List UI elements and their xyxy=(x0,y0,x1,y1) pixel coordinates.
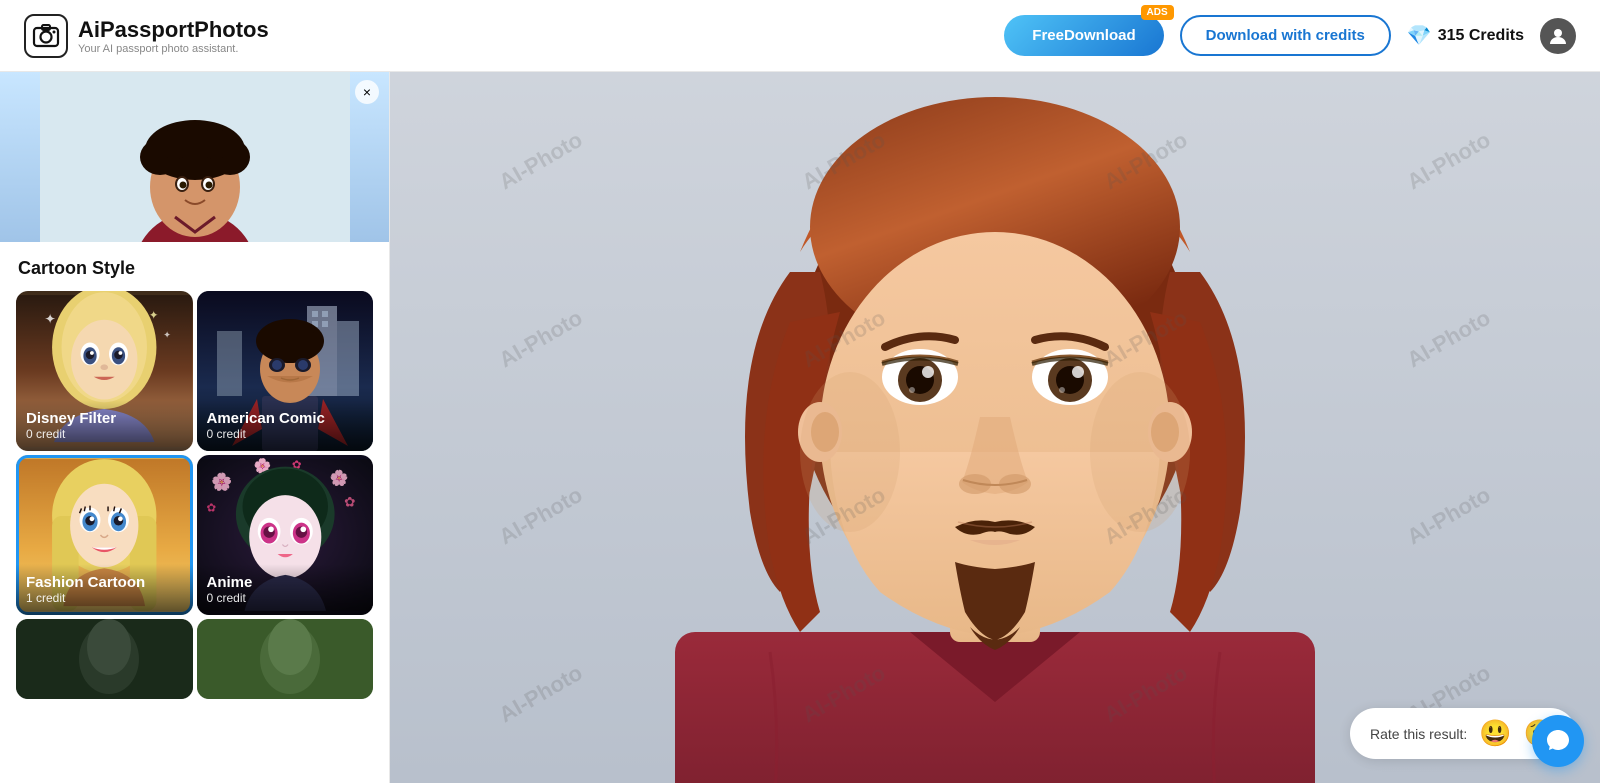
rate-happy-button[interactable]: 😃 xyxy=(1479,718,1511,749)
user-avatar-button[interactable] xyxy=(1540,18,1576,54)
svg-text:🌸: 🌸 xyxy=(211,472,232,492)
svg-text:✦: ✦ xyxy=(149,310,159,322)
credits-display: 💎 315 Credits xyxy=(1407,23,1524,48)
main-layout: × Cartoon Style xyxy=(0,72,1600,783)
credits-count: 315 Credits xyxy=(1438,27,1524,45)
svg-text:✿: ✿ xyxy=(206,502,216,514)
svg-text:🌸: 🌸 xyxy=(329,469,348,487)
comic-credit: 0 credit xyxy=(207,427,364,441)
style-card-disney[interactable]: ✦ ✦ ✦ Disney Filter 0 credit xyxy=(16,291,193,451)
svg-text:✿: ✿ xyxy=(344,495,355,510)
anime-overlay: Anime 0 credit xyxy=(197,564,374,615)
close-icon: × xyxy=(363,84,371,100)
rate-label: Rate this result: xyxy=(1370,726,1467,742)
header-right: ADS FreeDownload Download with credits 💎… xyxy=(1004,15,1576,56)
style5-image xyxy=(16,619,193,699)
main-content: AI-Photo AI-Photo AI-Photo AI-Photo AI-P… xyxy=(390,72,1600,783)
chat-button[interactable] xyxy=(1532,715,1584,767)
close-preview-button[interactable]: × xyxy=(355,80,379,104)
logo-icon xyxy=(24,14,68,58)
main-character-display xyxy=(390,72,1600,783)
person-photo-svg xyxy=(40,72,350,242)
ads-badge: ADS xyxy=(1141,5,1174,20)
disney-credit: 0 credit xyxy=(26,427,183,441)
disney-name: Disney Filter xyxy=(26,410,183,427)
svg-text:✦: ✦ xyxy=(163,330,171,341)
uploaded-photo xyxy=(0,72,389,242)
upload-preview: × xyxy=(0,72,389,242)
header: AiPassportPhotos Your AI passport photo … xyxy=(0,0,1600,72)
style-card-5[interactable] xyxy=(16,619,193,699)
logo-text: AiPassportPhotos Your AI passport photo … xyxy=(78,17,269,55)
anime-name: Anime xyxy=(207,574,364,591)
style-card-american-comic[interactable]: American Comic 0 credit xyxy=(197,291,374,451)
disney-overlay: Disney Filter 0 credit xyxy=(16,400,193,451)
sidebar: × Cartoon Style xyxy=(0,72,390,783)
app-name: AiPassportPhotos xyxy=(78,17,269,43)
app-tagline: Your AI passport photo assistant. xyxy=(78,43,269,55)
style-card-6[interactable] xyxy=(197,619,374,699)
character-svg xyxy=(390,72,1600,783)
comic-overlay: American Comic 0 credit xyxy=(197,400,374,451)
fashion-credit: 1 credit xyxy=(26,591,183,605)
style-grid-bottom xyxy=(0,615,389,715)
diamond-icon: 💎 xyxy=(1407,23,1432,48)
style6-image xyxy=(197,619,374,699)
section-title: Cartoon Style xyxy=(0,242,389,291)
fashion-name: Fashion Cartoon xyxy=(26,574,183,591)
chat-icon xyxy=(1545,728,1571,754)
free-download-button[interactable]: ADS FreeDownload xyxy=(1004,15,1163,56)
comic-name: American Comic xyxy=(207,410,364,427)
style-grid: ✦ ✦ ✦ Disney Filter 0 credit xyxy=(0,291,389,615)
logo-area: AiPassportPhotos Your AI passport photo … xyxy=(24,14,269,58)
free-download-label: FreeDownload xyxy=(1032,27,1135,44)
svg-text:✦: ✦ xyxy=(44,312,55,327)
fashion-overlay: Fashion Cartoon 1 credit xyxy=(16,564,193,615)
style-card-anime[interactable]: 🌸 🌸 ✿ ✿ 🌸 ✿ xyxy=(197,455,374,615)
style-card-fashion-cartoon[interactable]: Fashion Cartoon 1 credit xyxy=(16,455,193,615)
anime-credit: 0 credit xyxy=(207,591,364,605)
download-credits-button[interactable]: Download with credits xyxy=(1180,15,1391,56)
